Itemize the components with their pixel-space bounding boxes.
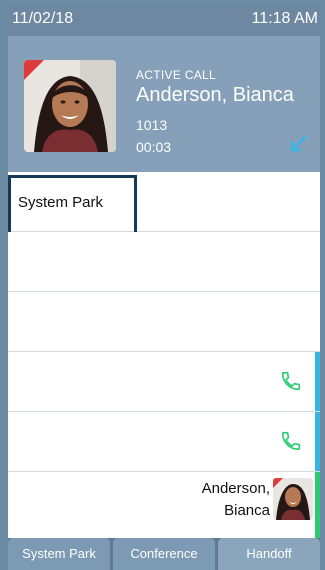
active-call-panel[interactable]: ACTIVE CALL Anderson, Bianca 1013 00:03 [8,36,320,172]
contact-name-line-2: Bianca [224,502,270,519]
contact-avatar [273,478,313,520]
status-bar: 11/02/18 11:18 AM [8,6,320,36]
caller-name: Anderson, Bianca [136,84,294,106]
status-date: 11/02/18 [12,10,74,27]
line-key-contact[interactable]: Anderson, Bianca [8,472,320,539]
line-status-accent [315,412,320,471]
contact-name-line-1: Anderson, [201,480,270,497]
line-key-call-2[interactable] [8,412,320,472]
phone-icon [281,431,301,451]
line-key-empty-1[interactable] [8,232,320,292]
caller-avatar [24,60,116,152]
phone-icon [281,371,301,391]
phone-device: 11/02/18 11:18 AM ACTIVE CALL Anderson, … [0,0,325,570]
softkey-bar: System Park Conference Handoff [8,538,320,570]
status-time: 11:18 AM [251,10,318,27]
line-status-accent [315,352,320,411]
line-status-accent [315,472,320,538]
caller-extension: 1013 [136,117,168,133]
softkey-handoff[interactable]: Handoff [218,538,320,570]
line-key-system-park[interactable]: System Park [8,172,320,236]
line-key-call-1[interactable] [8,352,320,412]
softkey-system-park[interactable]: System Park [8,538,110,570]
call-state-label: ACTIVE CALL [136,68,216,82]
line-key-label: System Park [18,194,104,211]
contact-name: Anderson, Bianca [202,478,270,522]
call-duration: 00:03 [136,139,172,155]
softkey-conference[interactable]: Conference [113,538,215,570]
phone-screen: 11/02/18 11:18 AM ACTIVE CALL Anderson, … [8,6,320,570]
incoming-call-arrow-icon [290,135,307,152]
line-key-empty-2[interactable] [8,292,320,352]
